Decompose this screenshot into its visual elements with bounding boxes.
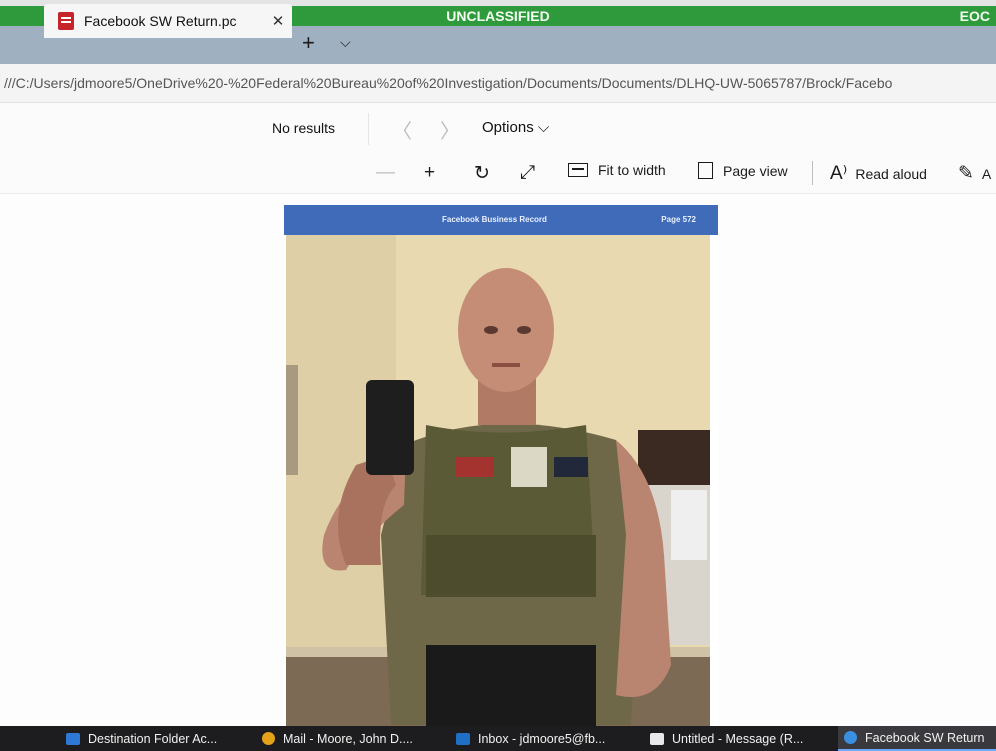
zoom-in-button[interactable]: +: [424, 162, 443, 184]
toolbar-divider: [812, 161, 813, 185]
page-view-icon: [698, 162, 713, 179]
page-view-label: Page view: [723, 162, 788, 179]
taskbar-item-mail[interactable]: Mail - Moore, John D....: [262, 726, 413, 751]
draw-label: A: [981, 165, 992, 182]
address-bar[interactable]: ///C:/Users/jdmoore5/OneDrive%20-%20Fede…: [0, 64, 996, 103]
pdf-icon: [58, 12, 74, 30]
chrome-icon: [262, 732, 275, 745]
zoom-out-icon: —: [376, 162, 395, 183]
taskbar-item-inbox[interactable]: Inbox - jdmoore5@fb...: [456, 726, 605, 751]
pdf-page: Facebook Business Record Page 572: [284, 205, 718, 726]
read-aloud-button[interactable]: A⁾ Read aloud: [830, 162, 927, 185]
pdf-page-header: Facebook Business Record Page 572: [284, 205, 718, 235]
address-url: ///C:/Users/jdmoore5/OneDrive%20-%20Fede…: [4, 75, 893, 91]
taskbar-item-untitled-message[interactable]: Untitled - Message (R...: [650, 726, 803, 751]
draw-button[interactable]: ✎ A: [958, 162, 991, 185]
fit-to-width-icon: [568, 163, 588, 177]
draw-pen-icon: ✎: [958, 163, 974, 184]
find-divider: [368, 113, 369, 145]
edge-icon: [844, 731, 857, 744]
taskbar-item-label: Inbox - jdmoore5@fb...: [478, 731, 606, 746]
zoom-out-button[interactable]: —: [376, 162, 403, 184]
read-aloud-label: Read aloud: [855, 165, 927, 182]
banner-right-text: EOC: [959, 8, 990, 24]
taskbar-item-destination-folder[interactable]: Destination Folder Ac...: [66, 726, 217, 751]
rotate-button[interactable]: ↻: [474, 162, 498, 185]
taskbar-item-label: Mail - Moore, John D....: [283, 731, 413, 746]
mirror-selfie-image: [286, 235, 710, 726]
outlook-icon: [456, 732, 470, 745]
taskbar-item-label: Facebook SW Return: [865, 730, 985, 745]
next-result-icon[interactable]: 〉: [440, 115, 460, 144]
previous-result-icon[interactable]: 〈: [392, 115, 412, 144]
fit-to-width-label: Fit to width: [598, 162, 666, 178]
tab-list-chevron-icon[interactable]: ⌵: [340, 34, 351, 51]
pdf-header-title: Facebook Business Record: [442, 215, 547, 224]
pdf-page-number: Page 572: [661, 215, 696, 224]
taskbar-item-label: Destination Folder Ac...: [88, 731, 218, 746]
find-options-button[interactable]: Options ⌵: [482, 119, 549, 136]
tab-facebook-sw-return[interactable]: Facebook SW Return.pc ✕: [44, 4, 292, 38]
record-photo: [286, 235, 710, 726]
read-aloud-icon: A⁾: [830, 163, 848, 184]
taskbar-item-facebook-sw-return[interactable]: Facebook SW Return: [838, 726, 996, 751]
folder-icon: [66, 732, 80, 745]
rotate-icon: ↻: [474, 163, 490, 184]
page-view-button[interactable]: Page view: [698, 162, 788, 179]
find-status: No results: [272, 120, 336, 136]
fullscreen-icon: ⤢: [520, 162, 536, 183]
banner-text: UNCLASSIFIED: [446, 8, 550, 24]
new-tab-button[interactable]: +: [302, 30, 315, 56]
taskbar-item-label: Untitled - Message (R...: [672, 731, 804, 746]
close-tab-icon[interactable]: ✕: [264, 12, 292, 30]
tab-title: Facebook SW Return.pc: [84, 13, 237, 29]
message-icon: [650, 732, 664, 745]
fit-to-width-button[interactable]: Fit to width: [568, 162, 666, 178]
fullscreen-button[interactable]: ⤢: [520, 162, 543, 184]
zoom-in-icon: +: [424, 162, 436, 183]
